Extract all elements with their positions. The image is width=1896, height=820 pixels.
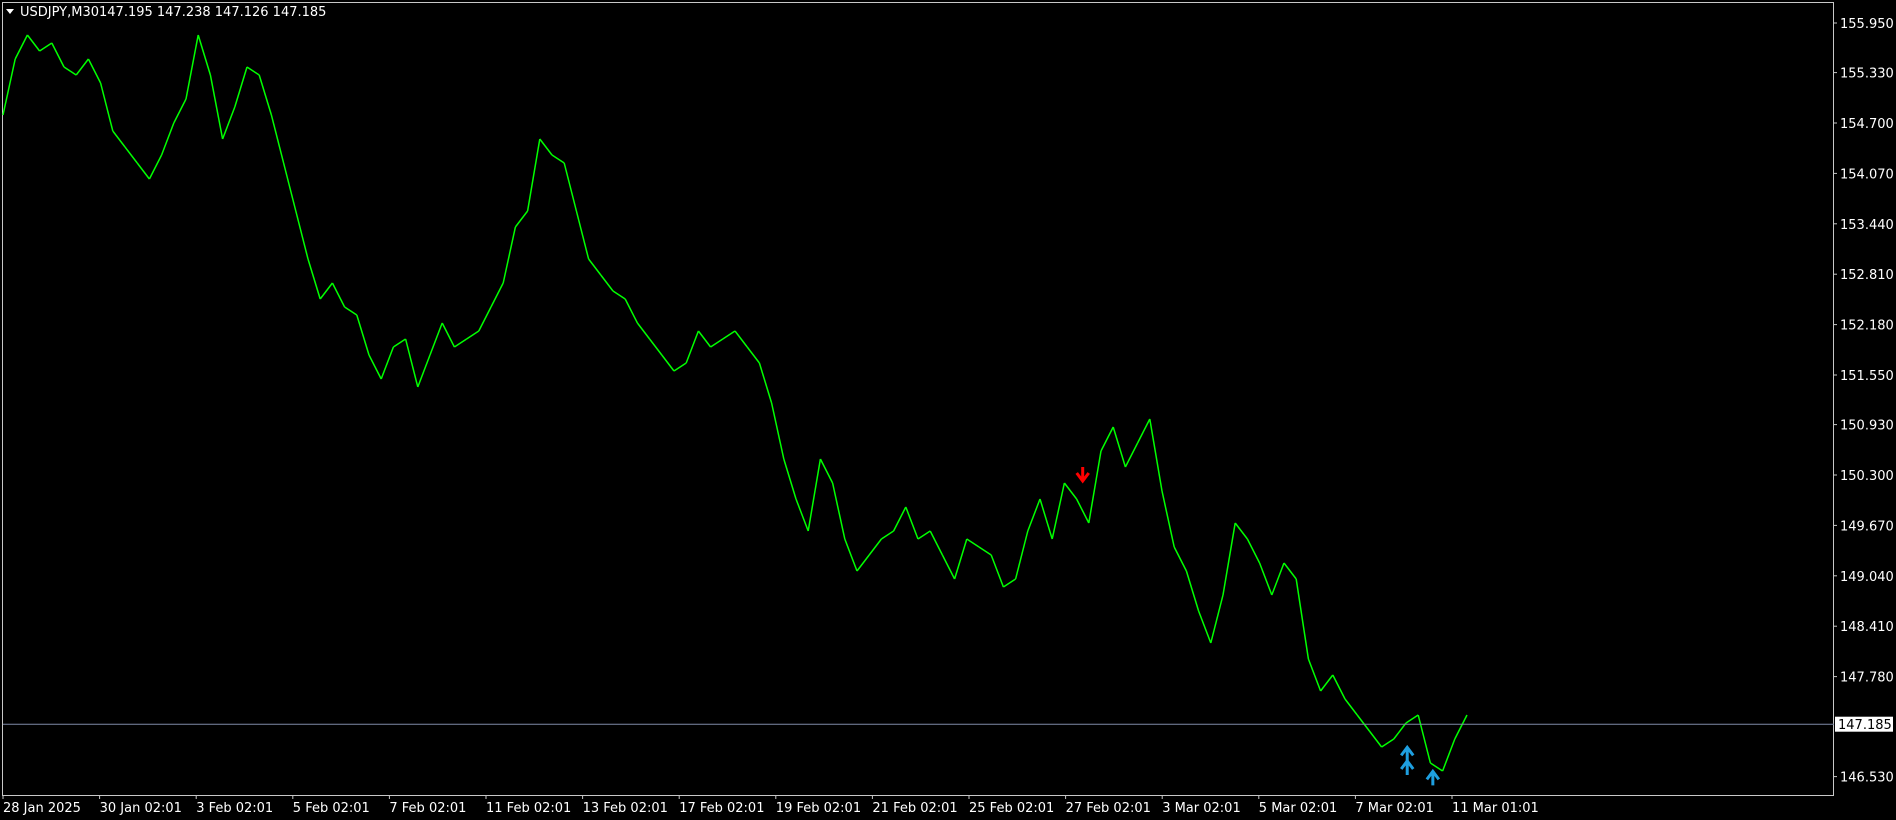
y-tick-label: 150.300 xyxy=(1840,469,1894,484)
x-tick-label: 11 Feb 02:01 xyxy=(486,801,571,816)
x-tick-label: 19 Feb 02:01 xyxy=(776,801,861,816)
y-tick-label: 155.330 xyxy=(1840,67,1894,82)
y-tick-label: 155.950 xyxy=(1840,17,1894,32)
x-tick-label: 17 Feb 02:01 xyxy=(679,801,764,816)
ohlc-values: 147.195 147.238 147.126 147.185 xyxy=(99,5,326,20)
y-tick-label: 152.180 xyxy=(1840,319,1894,334)
price-chart[interactable]: 155.950 155.330 154.700 154.070 153.440 152.8… xyxy=(0,0,1896,820)
x-tick-label: 13 Feb 02:01 xyxy=(583,801,668,816)
x-tick-label: 27 Feb 02:01 xyxy=(1066,801,1151,816)
x-tick-label: 25 Feb 02:01 xyxy=(969,801,1054,816)
chart-background xyxy=(0,0,1896,820)
y-tick-label: 148.410 xyxy=(1840,620,1894,635)
y-tick-label: 149.670 xyxy=(1840,519,1894,534)
x-tick-label: 5 Mar 02:01 xyxy=(1259,801,1338,816)
y-tick-label: 150.930 xyxy=(1840,419,1894,434)
y-tick-label: 149.040 xyxy=(1840,570,1894,585)
y-tick-label: 153.440 xyxy=(1840,218,1894,233)
x-tick-label: 21 Feb 02:01 xyxy=(872,801,957,816)
x-tick-label: 7 Mar 02:01 xyxy=(1355,801,1434,816)
x-tick-label: 30 Jan 02:01 xyxy=(100,801,182,816)
chart-header: USDJPY,M30 147.195 147.238 147.126 147.1… xyxy=(6,5,326,20)
x-tick-label: 11 Mar 01:01 xyxy=(1452,801,1539,816)
x-tick-label: 3 Feb 02:01 xyxy=(196,801,273,816)
x-tick-label: 5 Feb 02:01 xyxy=(293,801,370,816)
x-tick-label: 28 Jan 2025 xyxy=(3,801,81,816)
x-tick-label: 3 Mar 02:01 xyxy=(1162,801,1241,816)
x-tick-label: 7 Feb 02:01 xyxy=(389,801,466,816)
y-tick-label: 151.550 xyxy=(1840,369,1894,384)
current-price-tag: 147.185 xyxy=(1835,716,1893,733)
y-tick-label: 147.780 xyxy=(1840,671,1894,686)
y-tick-label: 154.700 xyxy=(1840,117,1894,132)
current-price-label: 147.185 xyxy=(1838,718,1892,733)
y-tick-label: 146.530 xyxy=(1840,771,1894,786)
y-tick-label: 154.070 xyxy=(1840,167,1894,182)
y-tick-label: 152.810 xyxy=(1840,268,1894,283)
symbol-label: USDJPY,M30 xyxy=(20,5,99,20)
